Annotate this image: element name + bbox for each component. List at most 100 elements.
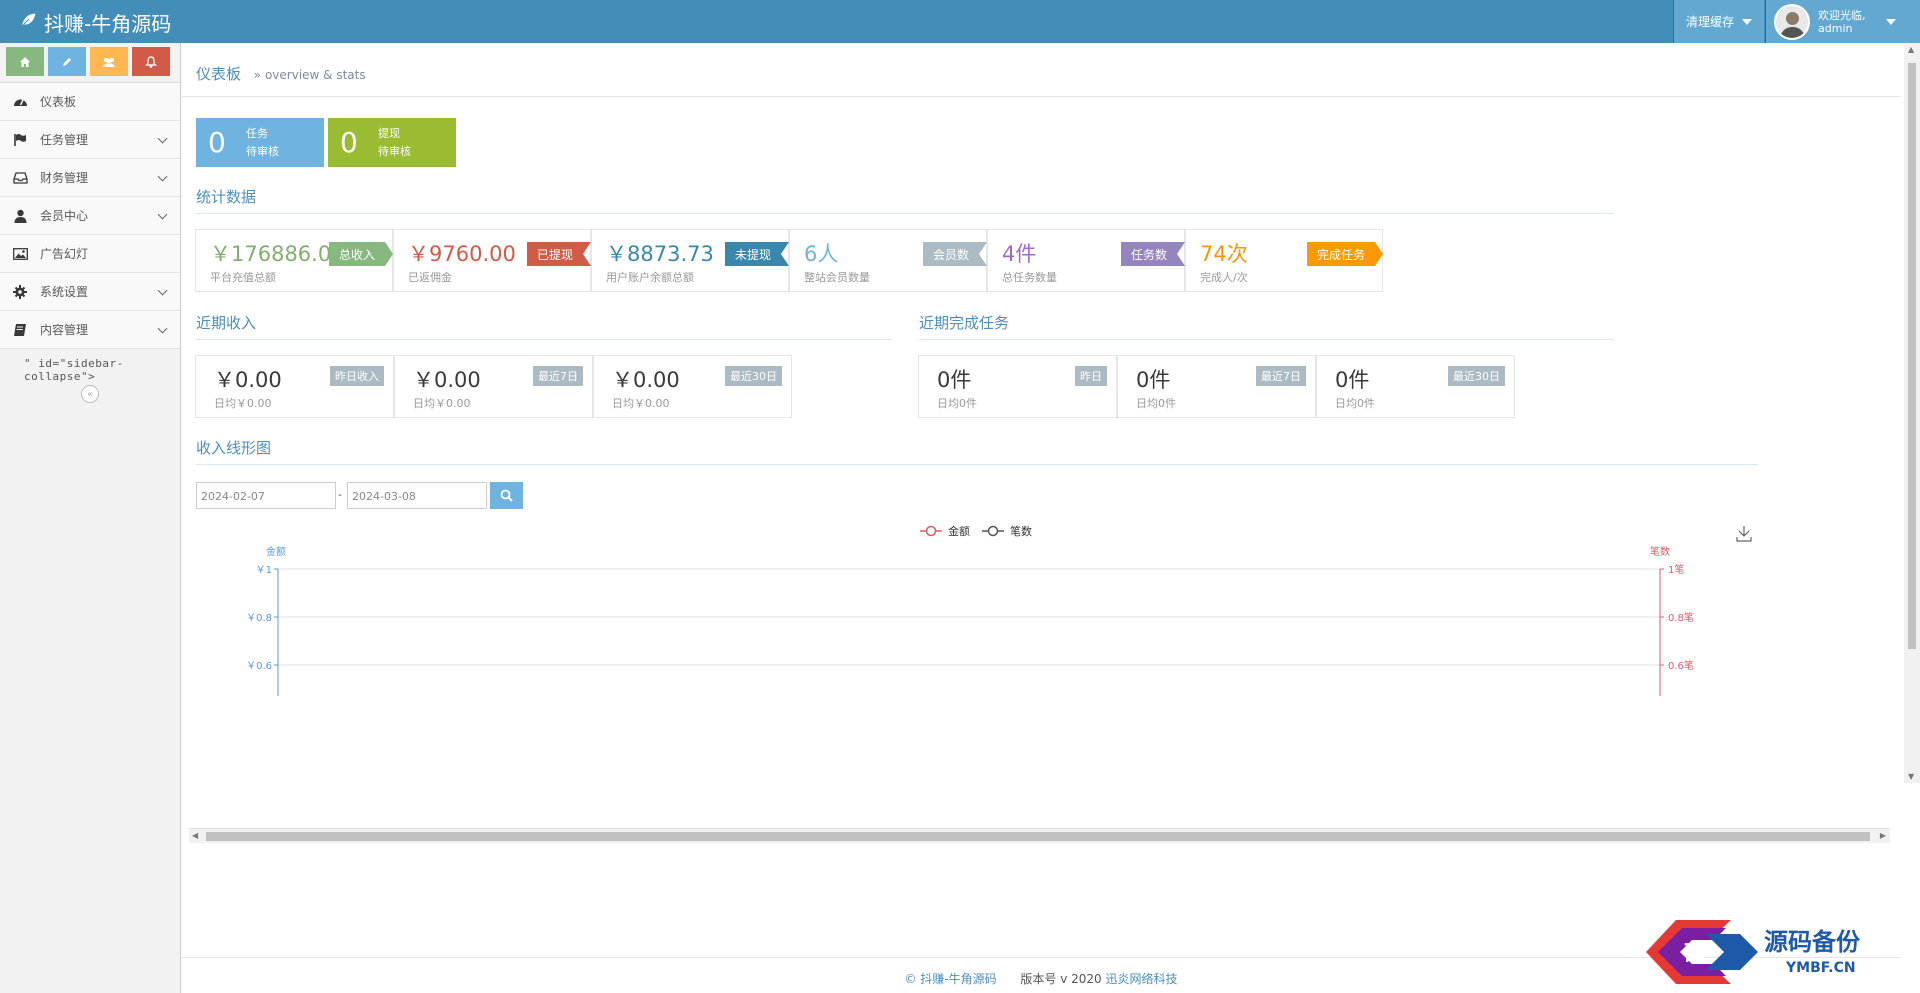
brand[interactable]: 抖赚-牛角源码 [18,8,171,37]
caret-down-icon [1742,18,1752,25]
income-30days: ￥0.00 日均￥0.00 最近30日 [593,355,792,418]
sidebar-item-members[interactable]: 会员中心 [0,197,180,235]
stat-withdrawn: ￥9760.00 已返佣金 已提现 [393,229,592,292]
infobox-label: 任务 [246,126,268,140]
stat-members: 6人 整站会员数量 会员数 [789,229,988,292]
sidebar-item-settings[interactable]: 系统设置 [0,273,180,311]
chevron-down-icon [157,171,168,182]
stats-section-title: 统计数据 [196,186,1614,214]
period-badge: 昨日 [1075,366,1107,386]
period-badge: 最近7日 [1256,366,1306,386]
period-badge: 昨日收入 [330,366,384,386]
left-axis-tick-label: ￥1 [256,565,272,576]
user-menu[interactable]: 欢迎光临, admin [1765,0,1920,43]
income-chart-title: 收入线形图 [196,437,1758,465]
right-axis-tick-label: 0.6笔 [1668,659,1694,672]
tasks-7days: 0件 日均0件 最近7日 [1117,355,1316,418]
infobox-label: 待审核 [378,144,411,158]
group-shortcut-button[interactable] [90,47,128,76]
scroll-down-icon[interactable]: ▼ [1908,772,1914,781]
breadcrumb: 仪表板 » overview & stats [182,43,1900,97]
stat-sub: 日均￥0.00 [214,397,272,410]
sidebar-item-dashboard[interactable]: 仪表板 [0,83,180,121]
vertical-scrollbar[interactable]: ▲ ▼ [1904,43,1920,783]
chart-legend[interactable]: 金额 笔数 [920,524,1032,538]
pending-withdraw-infobox[interactable]: 0 提现 待审核 [328,118,456,167]
chevron-down-icon [157,285,168,296]
stat-tag: 未提现 [724,242,790,266]
stat-completed: 74次 完成人/次 完成任务 [1185,229,1384,292]
period-badge: 最近30日 [725,366,782,386]
footer-copyright[interactable]: © 抖赚-牛角源码 [904,972,996,986]
clear-cache-label: 清理缓存 [1685,15,1734,29]
footer-version: 版本号 v 2020 [1020,972,1102,986]
breadcrumb-subtitle: » overview & stats [253,68,366,82]
search-icon [500,489,513,502]
stat-tag: 总收入 [328,242,394,266]
sidebar-item-label: 任务管理 [40,133,89,147]
flag-icon [12,132,28,148]
infobox-number: 0 [340,126,358,159]
cog-icon [12,284,28,300]
chevron-down-icon [157,133,168,144]
horizontal-scrollbar[interactable]: ◀ ▶ [189,828,1890,843]
infobox-label: 待审核 [246,144,279,158]
scroll-up-icon[interactable]: ▲ [1908,45,1914,54]
date-from-input[interactable]: 2024-02-07 [196,482,336,509]
income-line-chart: 金额 笔数 金额 笔数 ￥11笔￥0.80.8笔￥0.60.6笔￥0.40.4笔 [182,506,1890,696]
sidebar-item-label: 系统设置 [40,285,89,299]
recent-income-title: 近期收入 [196,312,891,340]
book-icon [12,322,28,338]
scroll-left-icon[interactable]: ◀ [192,831,198,840]
stat-label: 用户账户余额总额 [606,271,694,284]
welcome-text: 欢迎光临, [1818,8,1866,22]
home-shortcut-button[interactable] [6,47,44,76]
stat-tag: 会员数 [922,242,988,266]
search-button[interactable] [490,482,523,509]
scroll-right-icon[interactable]: ▶ [1880,831,1886,840]
sidebar-item-finance[interactable]: 财务管理 [0,159,180,197]
stat-sub: 日均0件 [1136,397,1176,410]
breadcrumb-home[interactable]: 仪表板 [196,65,241,83]
left-axis-title: 金额 [266,545,286,558]
top-navbar: 抖赚-牛角源码 清理缓存 欢迎光临, admin [0,0,1920,43]
date-to-input[interactable]: 2024-03-08 [347,482,487,509]
stat-sub: 日均￥0.00 [413,397,471,410]
download-icon[interactable] [1736,526,1752,542]
avatar [1774,3,1810,40]
tasks-yesterday: 0件 日均0件 昨日 [918,355,1117,418]
sidebar-shortcuts [0,43,180,83]
stat-total-income: ￥176886.00 平台充值总额 总收入 [195,229,394,292]
scroll-thumb[interactable] [206,832,1870,841]
stat-sub: 日均0件 [1335,397,1375,410]
bell-icon [145,55,157,68]
stat-balance: ￥8873.73 用户账户余额总额 未提现 [591,229,790,292]
sidebar-item-label: 广告幻灯 [40,247,89,261]
sidebar-item-tasks[interactable]: 任务管理 [0,121,180,159]
app-title: 抖赚-牛角源码 [44,12,172,36]
income-yesterday: ￥0.00 日均￥0.00 昨日收入 [195,355,394,418]
stat-label: 平台充值总额 [210,271,276,284]
home-icon [20,56,30,67]
sidebar-item-content[interactable]: 内容管理 [0,311,180,349]
tasks-30days: 0件 日均0件 最近30日 [1316,355,1515,418]
bell-shortcut-button[interactable] [132,47,170,76]
scroll-thumb[interactable] [1908,63,1916,649]
stat-label: 已返佣金 [408,271,452,284]
stat-label: 完成人/次 [1200,271,1248,284]
chevron-down-icon [157,209,168,220]
recent-income-row: ￥0.00 日均￥0.00 昨日收入 ￥0.00 日均￥0.00 最近7日 ￥0… [195,355,792,418]
chart-svg: 金额 笔数 金额 笔数 ￥11笔￥0.80.8笔￥0.60.6笔￥0.40.4笔 [246,524,1752,696]
stats-row: ￥176886.00 平台充值总额 总收入 ￥9760.00 已返佣金 已提现 … [195,229,1384,292]
sidebar-collapse-button[interactable]: « [81,385,99,403]
stat-tag: 完成任务 [1306,242,1384,266]
legend-label: 笔数 [1010,524,1032,538]
leaf-icon [18,10,38,35]
clear-cache-menu[interactable]: 清理缓存 [1672,0,1764,43]
caret-down-icon [1885,18,1896,25]
footer-company[interactable]: 迅炎网络科技 [1106,972,1178,986]
pencil-shortcut-button[interactable] [48,47,86,76]
pending-tasks-infobox[interactable]: 0 任务 待审核 [196,118,324,167]
watermark-text: 源码备份 [1764,928,1861,956]
sidebar-item-ads[interactable]: 广告幻灯 [0,235,180,273]
